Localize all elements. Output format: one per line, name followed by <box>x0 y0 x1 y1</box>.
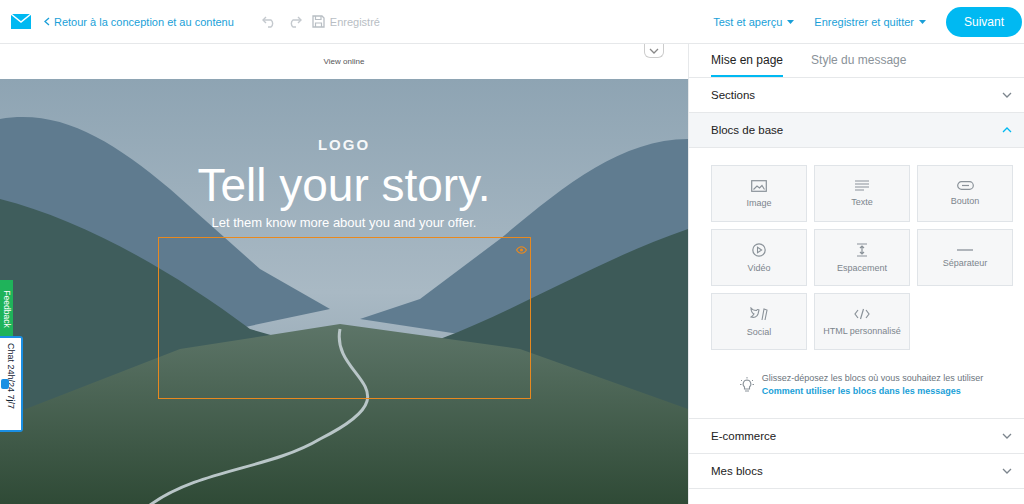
text-lines-icon <box>855 180 869 191</box>
eye-icon[interactable] <box>516 240 527 258</box>
chevron-down-icon[interactable] <box>1002 433 1012 439</box>
chevron-up-icon[interactable] <box>1002 127 1012 133</box>
accordion-header[interactable]: E-commerce <box>689 419 1024 454</box>
block-label[interactable]: Bouton <box>951 196 980 206</box>
envelope-logo-icon[interactable] <box>10 13 32 30</box>
hero-subtitle[interactable]: Let them know more about you and your of… <box>212 215 477 230</box>
light-bulb-icon <box>740 372 754 398</box>
menu-dropdown[interactable]: Test et aperçu <box>713 16 794 28</box>
chevron-down-icon <box>649 48 659 54</box>
redo-icon[interactable] <box>287 16 302 28</box>
blocks-grid: Image Texte Bouton Vidéo Espacement Séparateu… <box>711 165 1012 350</box>
block-tile[interactable]: Image <box>711 165 807 222</box>
block-tile[interactable]: Bouton <box>917 165 1013 222</box>
feedback-label[interactable]: Feedback <box>2 290 12 327</box>
next-button[interactable]: Suivant <box>946 7 1022 37</box>
accordion-title[interactable]: Mes blocs <box>711 465 763 477</box>
accordion-header[interactable]: Blocs de base <box>689 113 1024 148</box>
block-label[interactable]: Social <box>747 327 772 337</box>
block-tile[interactable]: Espacement <box>814 229 910 286</box>
accordion-header[interactable]: Mes blocs <box>689 454 1024 489</box>
logo-text[interactable]: LOGO <box>318 136 370 153</box>
chat-bubble-icon <box>1 379 9 389</box>
back-link[interactable]: Retour à la conception et au contenu <box>44 16 234 28</box>
collapse-toggle[interactable] <box>644 44 664 58</box>
menu-label[interactable]: Test et aperçu <box>713 16 782 28</box>
chevron-down-icon[interactable] <box>1002 468 1012 474</box>
hero-section: LOGO Tell your story. Let them know more a… <box>0 79 688 504</box>
block-tile[interactable]: Texte <box>814 165 910 222</box>
caret-down-icon <box>919 20 926 24</box>
block-label[interactable]: Texte <box>851 197 873 207</box>
menu-dropdown[interactable]: Enregistrer et quitter <box>814 16 926 28</box>
hint-text: Glissez-déposez les blocs où vous souhai… <box>762 372 984 385</box>
floppy-disk-icon <box>312 15 325 28</box>
save-status: Enregistré <box>330 16 380 28</box>
social-bird-icon <box>750 307 768 321</box>
save-status-group: Enregistré <box>312 15 380 28</box>
view-online-link[interactable]: View online <box>324 57 365 66</box>
block-tile[interactable]: HTML personnalisé <box>814 293 910 350</box>
block-label[interactable]: Image <box>746 198 771 208</box>
block-tile[interactable]: Vidéo <box>711 229 807 286</box>
chevron-left-icon <box>44 17 50 26</box>
back-label[interactable]: Retour à la conception et au contenu <box>54 16 234 28</box>
chevron-down-icon[interactable] <box>1002 92 1012 98</box>
accordion-title[interactable]: Blocs de base <box>711 124 783 136</box>
panel-tab[interactable]: Mise en page <box>711 44 783 77</box>
email-canvas: View online LOGO Tell your story. Let them … <box>0 44 688 504</box>
accordion-header[interactable]: Sections <box>689 78 1024 113</box>
accordion-title[interactable]: E-commerce <box>711 430 776 442</box>
empty-block[interactable] <box>158 237 531 399</box>
button-icon <box>957 181 974 190</box>
play-icon <box>752 243 766 257</box>
image-icon <box>751 180 767 192</box>
feedback-tab[interactable]: Feedback <box>0 280 13 338</box>
hero-title[interactable]: Tell your story. <box>197 157 490 213</box>
accordion-title[interactable]: Sections <box>711 89 755 101</box>
menu-label[interactable]: Enregistrer et quitter <box>814 16 914 28</box>
hint: Glissez-déposez les blocs où vous souhai… <box>711 372 1012 398</box>
top-bar: Retour à la conception et au contenu Enre… <box>0 0 1024 44</box>
chat-label[interactable]: Chat 24h/24 7j/7 <box>6 343 16 409</box>
block-label[interactable]: HTML personnalisé <box>823 326 901 336</box>
help-link[interactable]: Comment utiliser les blocs dans les mess… <box>762 385 984 398</box>
caret-down-icon <box>787 20 794 24</box>
code-icon <box>854 308 870 320</box>
block-label[interactable]: Vidéo <box>748 263 771 273</box>
block-tile[interactable]: Social <box>711 293 807 350</box>
divider-line-icon <box>957 248 973 252</box>
undo-icon[interactable] <box>262 16 277 28</box>
block-label[interactable]: Espacement <box>837 263 887 273</box>
side-panel: Mise en page Style du message Sections Bloc… <box>688 44 1024 504</box>
accordion-body: Image Texte Bouton Vidéo Espacement Séparateu… <box>689 148 1024 419</box>
view-online-bar: View online <box>0 44 688 79</box>
panel-tab[interactable]: Style du message <box>811 44 906 77</box>
block-tile[interactable]: Séparateur <box>917 229 1013 286</box>
spacing-icon <box>856 243 868 257</box>
chat-tab[interactable]: Chat 24h/24 7j/7 <box>0 336 23 432</box>
block-label[interactable]: Séparateur <box>943 258 988 268</box>
panel-tabs: Mise en page Style du message <box>689 44 1024 78</box>
